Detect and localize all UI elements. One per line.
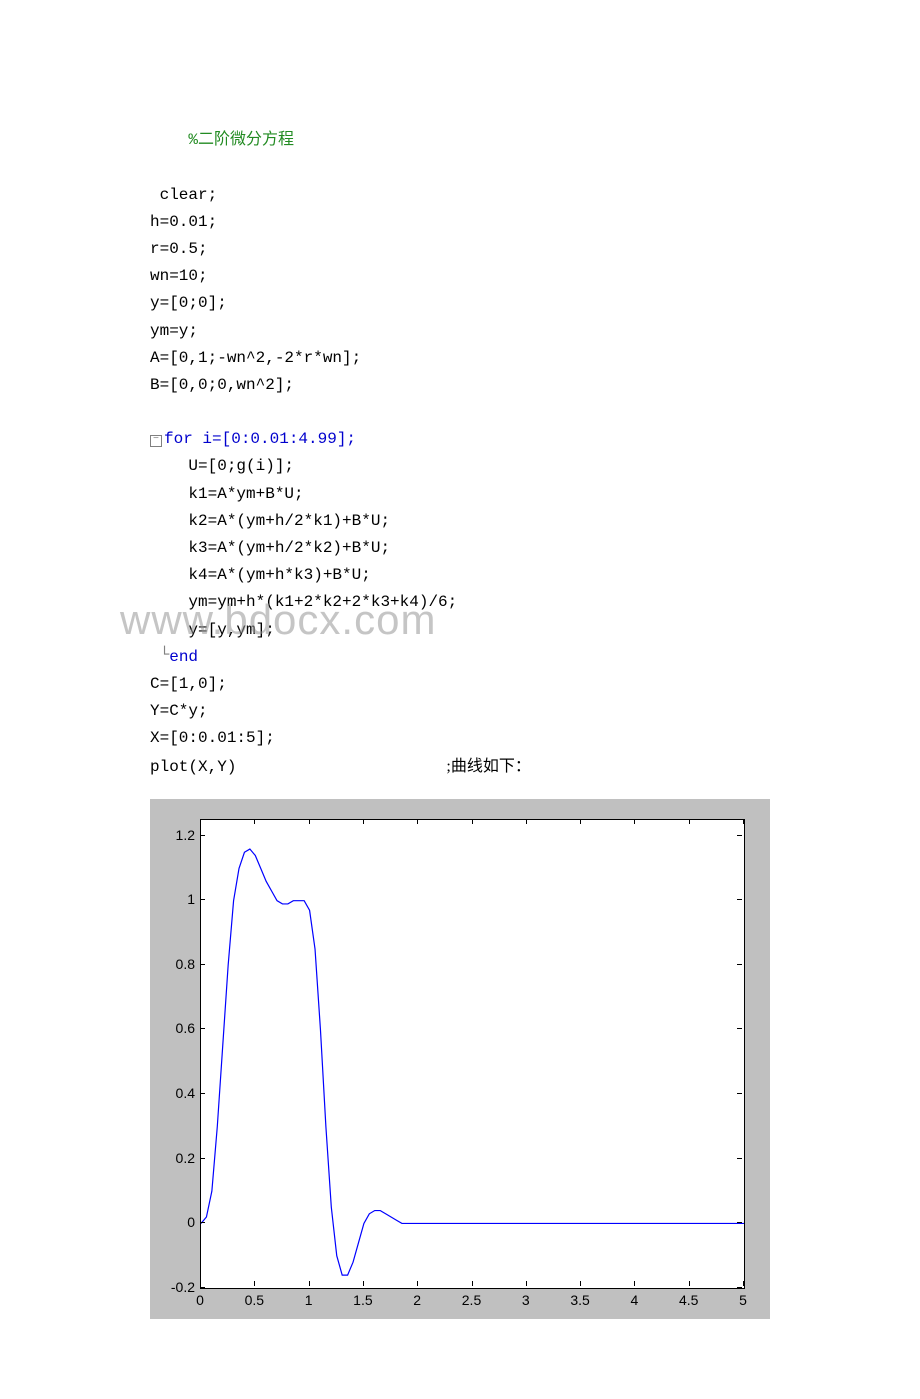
x-tick-label: 1.5 (353, 1292, 372, 1308)
code-comment: %二阶微分方程 (188, 131, 294, 149)
code-keyword-for: for i=[0:0.01:4.99]; (164, 430, 356, 448)
code-block: %二阶微分方程 clear; h=0.01; r=0.5; wn=10; y=[… (150, 100, 770, 781)
code-line: Y=C*y; (150, 702, 208, 720)
code-line: y=[0;0]; (150, 294, 227, 312)
x-tick-label: 3.5 (570, 1292, 589, 1308)
code-line: C=[1,0]; (150, 675, 227, 693)
code-line: plot(X,Y) (150, 758, 236, 776)
code-line: X=[0:0.01:5]; (150, 729, 275, 747)
y-tick-label: 0 (155, 1214, 195, 1230)
watermark: www.bdocx.com (120, 596, 436, 644)
x-tick-label: 4.5 (679, 1292, 698, 1308)
chart-line (201, 820, 744, 1288)
code-line: k4=A*(ym+h*k3)+B*U; (150, 566, 371, 584)
code-line: k2=A*(ym+h/2*k1)+B*U; (150, 512, 390, 530)
code-line: ym=y; (150, 322, 198, 340)
x-tick-label: 3 (522, 1292, 530, 1308)
code-line: wn=10; (150, 267, 208, 285)
y-tick-label: 0.6 (155, 1020, 195, 1036)
plot-area (200, 819, 745, 1289)
code-line: B=[0,0;0,wn^2]; (150, 376, 294, 394)
y-tick-label: 1 (155, 891, 195, 907)
code-line: h=0.01; (150, 213, 217, 231)
x-tick-label: 0 (196, 1292, 204, 1308)
code-keyword-end: end (169, 648, 198, 666)
x-tick-label: 0.5 (245, 1292, 264, 1308)
fold-minus-icon: − (150, 435, 162, 447)
code-line: k3=A*(ym+h/2*k2)+B*U; (150, 539, 390, 557)
code-line: r=0.5; (150, 240, 208, 258)
x-tick-label: 2.5 (462, 1292, 481, 1308)
fold-end-icon: └ (160, 642, 170, 669)
y-tick-label: 0.8 (155, 956, 195, 972)
code-line: U=[0;g(i)]; (150, 457, 294, 475)
x-tick-label: 5 (739, 1292, 747, 1308)
code-line: A=[0,1;-wn^2,-2*r*wn]; (150, 349, 361, 367)
code-line: k1=A*ym+B*U; (150, 485, 304, 503)
x-tick-label: 1 (305, 1292, 313, 1308)
y-tick-label: -0.2 (155, 1279, 195, 1295)
y-tick-label: 1.2 (155, 827, 195, 843)
x-tick-label: 4 (630, 1292, 638, 1308)
code-line: clear; (150, 186, 217, 204)
y-tick-label: 0.4 (155, 1085, 195, 1101)
y-tick-label: 0.2 (155, 1150, 195, 1166)
chart: -0.200.20.40.60.811.200.511.522.533.544.… (150, 799, 770, 1319)
inline-annotation: ;曲线如下： (446, 758, 530, 775)
x-tick-label: 2 (413, 1292, 421, 1308)
